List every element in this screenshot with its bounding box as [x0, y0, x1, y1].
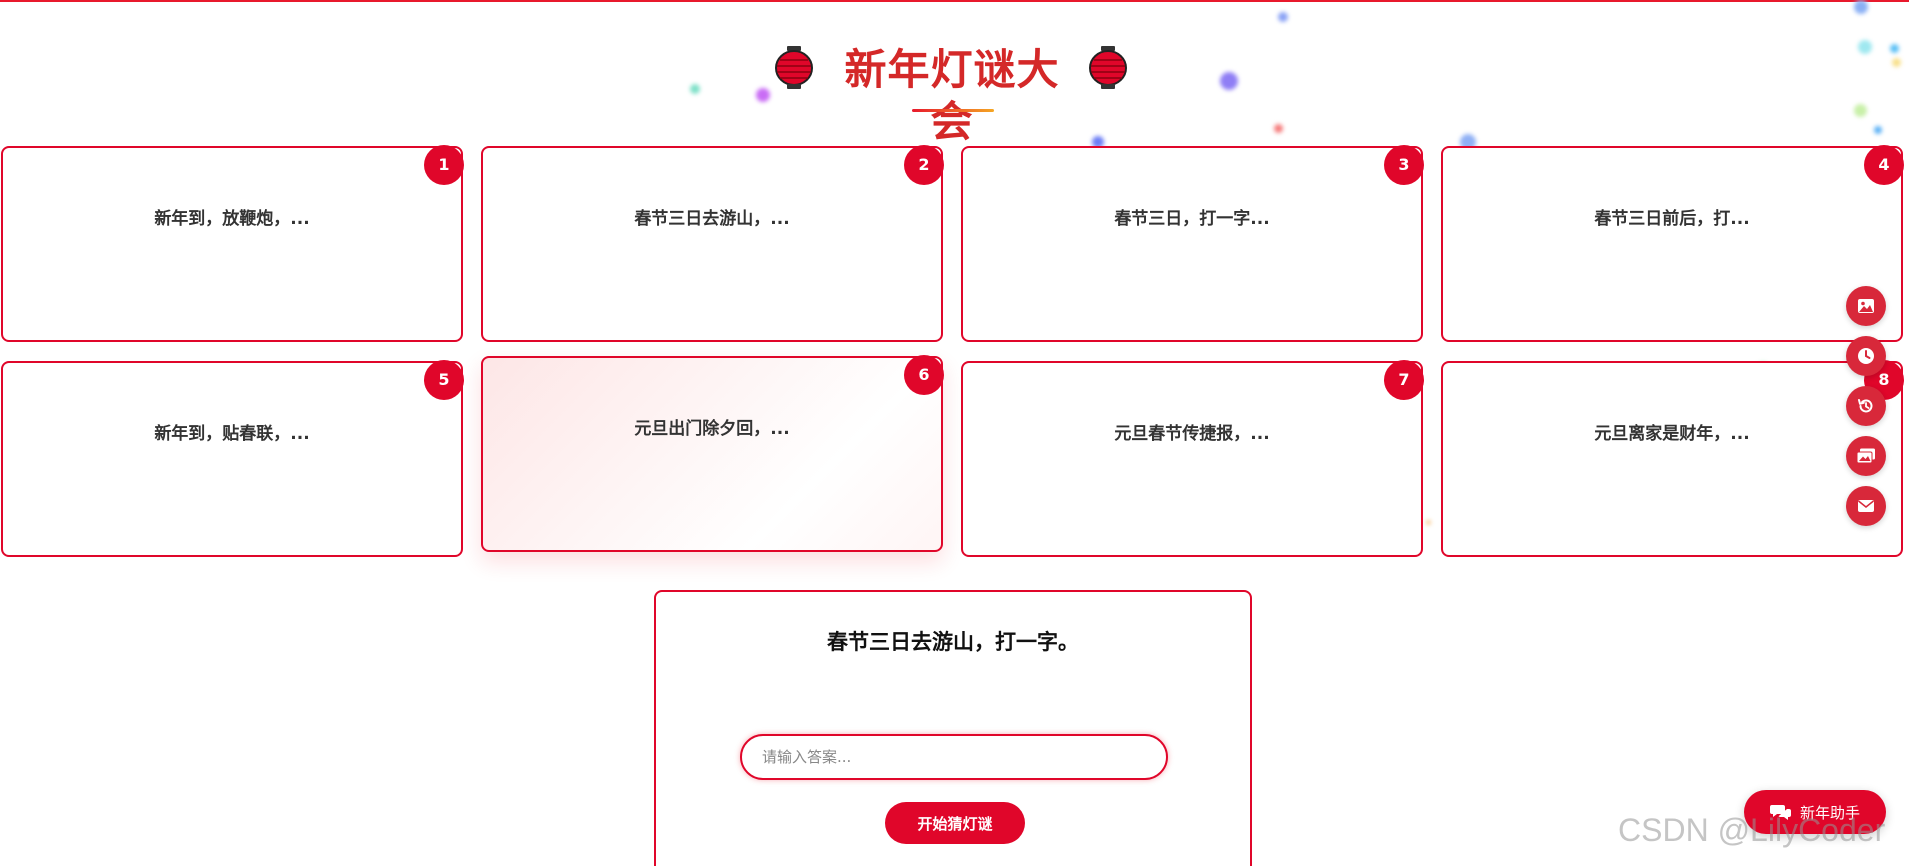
lantern-icon: [775, 46, 813, 89]
riddle-preview: 元旦出门除夕回，...: [634, 419, 790, 439]
riddle-number-badge: 6: [904, 355, 944, 395]
confetti-particle: [1854, 0, 1868, 14]
riddle-card-3[interactable]: 春节三日，打一字... 3: [961, 145, 1424, 342]
confetti-particle: [1874, 126, 1882, 134]
envelope-icon: [1858, 500, 1874, 512]
question-text: 春节三日去游山，打一字。: [827, 630, 1079, 654]
history-button[interactable]: [1846, 386, 1886, 426]
top-border: [0, 0, 1909, 2]
riddle-card-6[interactable]: 元旦出门除夕回，... 6: [481, 355, 944, 552]
riddle-preview: 新年到，放鞭炮，...: [154, 209, 310, 229]
watermark: CSDN @LilyCoder: [1618, 812, 1886, 848]
image-button[interactable]: [1846, 286, 1886, 326]
riddle-card-1[interactable]: 新年到，放鞭炮，... 1: [1, 145, 464, 342]
title-block: 新年灯谜大会: [775, 40, 1131, 146]
riddle-number-badge: 1: [424, 145, 464, 185]
mail-button[interactable]: [1846, 486, 1886, 526]
riddle-number-badge: 5: [424, 360, 464, 400]
riddle-number-badge: 4: [1864, 145, 1904, 185]
clock-icon: [1858, 348, 1874, 364]
page-title: 新年灯谜大会: [844, 45, 1060, 146]
confetti-particle: [1426, 520, 1431, 525]
riddle-preview: 春节三日去游山，...: [634, 209, 790, 229]
header: 新年灯谜大会: [0, 40, 1909, 146]
floating-toolbar: [1846, 286, 1886, 536]
lantern-icon: [1089, 46, 1127, 89]
riddle-preview: 春节三日，打一字...: [1114, 209, 1270, 229]
confetti-particle: [1274, 124, 1283, 133]
riddle-card-7[interactable]: 元旦春节传捷报，... 7: [961, 360, 1424, 557]
start-guessing-button[interactable]: 开始猜灯谜: [885, 802, 1025, 844]
riddle-preview: 新年到，贴春联，...: [154, 424, 310, 444]
answer-input[interactable]: [740, 734, 1168, 780]
riddle-preview: 元旦春节传捷报，...: [1114, 424, 1270, 444]
riddle-number-badge: 2: [904, 145, 944, 185]
gallery-button[interactable]: [1846, 436, 1886, 476]
riddle-number-badge: 3: [1384, 145, 1424, 185]
history-icon: [1858, 399, 1873, 413]
riddle-preview: 春节三日前后，打...: [1594, 209, 1750, 229]
riddle-number-badge: 7: [1384, 360, 1424, 400]
riddle-card-4[interactable]: 春节三日前后，打... 4: [1441, 145, 1904, 342]
image-icon: [1858, 299, 1874, 313]
riddle-card-2[interactable]: 春节三日去游山，... 2: [481, 145, 944, 342]
question-panel: 春节三日去游山，打一字。 开始猜灯谜: [654, 590, 1252, 866]
confetti-particle: [1278, 12, 1288, 22]
page: 新年灯谜大会 新年到，放鞭炮，... 1 春节三日去游山，... 2 春节三日，…: [0, 0, 1909, 866]
riddle-card-5[interactable]: 新年到，贴春联，... 5: [1, 360, 464, 557]
clock-button[interactable]: [1846, 336, 1886, 376]
riddle-card-8[interactable]: 元旦离家是财年，... 8: [1441, 360, 1904, 557]
riddle-preview: 元旦离家是财年，...: [1594, 424, 1750, 444]
title-underline: [912, 109, 994, 112]
gallery-icon: [1856, 448, 1875, 464]
